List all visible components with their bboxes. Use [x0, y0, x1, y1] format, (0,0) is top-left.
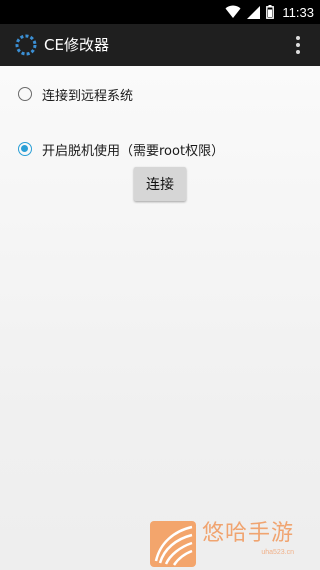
radio-checked-icon[interactable] [18, 142, 32, 156]
app-toolbar: CE修改器 [0, 24, 320, 66]
watermark-text: 悠哈手游 uha523.cn [202, 519, 294, 556]
menu-dot [296, 43, 300, 47]
watermark-url: uha523.cn [261, 549, 295, 556]
menu-dot [296, 36, 300, 40]
status-bar: 11:33 [0, 0, 320, 24]
status-icons: 11:33 [225, 0, 314, 24]
menu-dot [296, 50, 300, 54]
app-title: CE修改器 [44, 36, 109, 54]
watermark-logo-icon [150, 521, 196, 567]
watermark-title: 悠哈手游 [202, 521, 295, 546]
wifi-icon [225, 5, 241, 18]
battery-icon [266, 5, 275, 19]
connect-button[interactable]: 连接 [134, 167, 186, 201]
watermark-logo-art [154, 525, 193, 566]
signal-icon [247, 5, 261, 19]
option-remote-label: 连接到远程系统 [42, 88, 134, 104]
status-time: 11:33 [282, 4, 314, 20]
watermark: 悠哈手游 uha523.cn [150, 519, 320, 570]
radio-unchecked-icon[interactable] [18, 87, 32, 101]
option-offline-label: 开启脱机使用（需要root权限） [42, 143, 225, 159]
overflow-menu-icon[interactable] [294, 33, 302, 57]
app-loading-icon [15, 34, 37, 56]
option-offline-mode[interactable]: 开启脱机使用（需要root权限） [18, 138, 224, 160]
option-remote-system[interactable]: 连接到远程系统 [18, 83, 133, 105]
